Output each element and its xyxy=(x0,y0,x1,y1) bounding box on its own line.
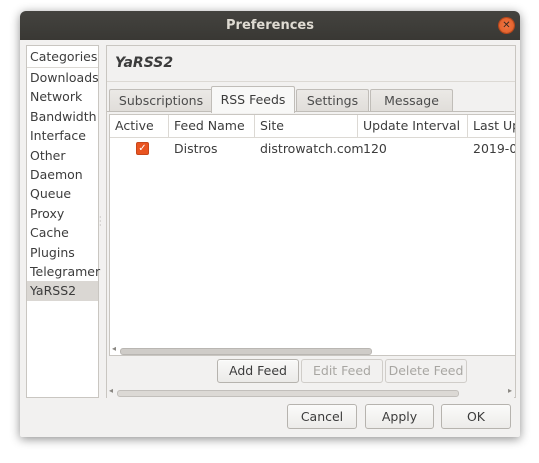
category-plugins[interactable]: Plugins xyxy=(27,243,98,262)
scrollbar-thumb[interactable] xyxy=(117,390,459,397)
arrow-left-icon[interactable]: ◂ xyxy=(112,344,116,353)
feed-name-cell: Distros xyxy=(174,141,218,156)
column-active[interactable]: Active xyxy=(110,115,169,137)
tab-message-log[interactable]: Message Log xyxy=(370,89,453,129)
cancel-button[interactable]: Cancel xyxy=(287,404,357,429)
titlebar: Preferences ✕ xyxy=(20,11,520,40)
arrow-right-icon[interactable]: ▸ xyxy=(508,386,512,395)
last-update-cell: 2019-04 xyxy=(473,141,515,156)
feeds-table: Active Feed Name Site Update Interval La… xyxy=(109,114,516,356)
category-downloads[interactable]: Downloads xyxy=(27,68,99,87)
column-last-update[interactable]: Last Up xyxy=(468,115,515,137)
table-header: Active Feed Name Site Update Interval La… xyxy=(110,115,515,138)
window-title: Preferences xyxy=(226,18,314,33)
delete-feed-button[interactable]: Delete Feed xyxy=(385,359,467,383)
category-bandwidth[interactable]: Bandwidth xyxy=(27,107,98,126)
category-telegramer[interactable]: Telegramer xyxy=(27,262,100,281)
category-cache[interactable]: Cache xyxy=(27,223,98,242)
arrow-left-icon[interactable]: ◂ xyxy=(109,386,113,395)
category-network[interactable]: Network xyxy=(27,87,98,106)
column-site[interactable]: Site xyxy=(255,115,358,137)
update-interval-cell: 120 xyxy=(363,141,387,156)
category-other[interactable]: Other xyxy=(27,146,98,165)
column-feed-name[interactable]: Feed Name xyxy=(169,115,255,137)
categories-list: Categories Downloads Network Bandwidth I… xyxy=(26,45,100,398)
category-proxy[interactable]: Proxy xyxy=(27,204,98,223)
tab-subscriptions[interactable]: Subscriptions xyxy=(109,89,213,112)
close-icon[interactable]: ✕ xyxy=(499,18,514,33)
ok-button[interactable]: OK xyxy=(441,404,511,429)
scrollbar-thumb[interactable] xyxy=(120,348,372,355)
checkmark-icon: ✓ xyxy=(138,143,147,154)
add-feed-button[interactable]: Add Feed xyxy=(217,359,299,383)
table-row[interactable]: ✓ Distros distrowatch.com 120 2019-04 xyxy=(110,138,515,159)
panel-horizontal-scrollbar[interactable]: ◂ ▸ xyxy=(107,386,514,398)
apply-button[interactable]: Apply xyxy=(365,404,434,429)
separator xyxy=(107,81,515,82)
category-yarss2[interactable]: YaRSS2 xyxy=(27,281,98,301)
category-interface[interactable]: Interface xyxy=(27,126,98,145)
rss-feeds-page: Active Feed Name Site Update Interval La… xyxy=(107,111,516,398)
tab-rss-feeds[interactable]: RSS Feeds xyxy=(211,86,295,113)
categories-header[interactable]: Categories xyxy=(27,46,98,68)
category-queue[interactable]: Queue xyxy=(27,184,98,203)
tab-settings[interactable]: Settings xyxy=(296,89,369,112)
site-cell: distrowatch.com xyxy=(260,141,364,156)
plugin-title: YaRSS2 xyxy=(115,55,174,71)
active-checkbox[interactable]: ✓ xyxy=(136,142,149,155)
table-horizontal-scrollbar[interactable]: ◂ xyxy=(110,344,515,355)
feed-button-row: Add Feed Edit Feed Delete Feed xyxy=(107,359,514,385)
pane-divider-handle[interactable]: · · · xyxy=(99,214,102,230)
column-update-interval[interactable]: Update Interval xyxy=(358,115,468,137)
plugin-panel: YaRSS2 Subscriptions RSS Feeds Settings … xyxy=(106,45,516,398)
tab-bar: Subscriptions RSS Feeds Settings Message… xyxy=(107,86,515,129)
category-daemon[interactable]: Daemon xyxy=(27,165,98,184)
edit-feed-button[interactable]: Edit Feed xyxy=(301,359,383,383)
preferences-window: Preferences ✕ Categories Downloads Netwo… xyxy=(20,11,520,437)
